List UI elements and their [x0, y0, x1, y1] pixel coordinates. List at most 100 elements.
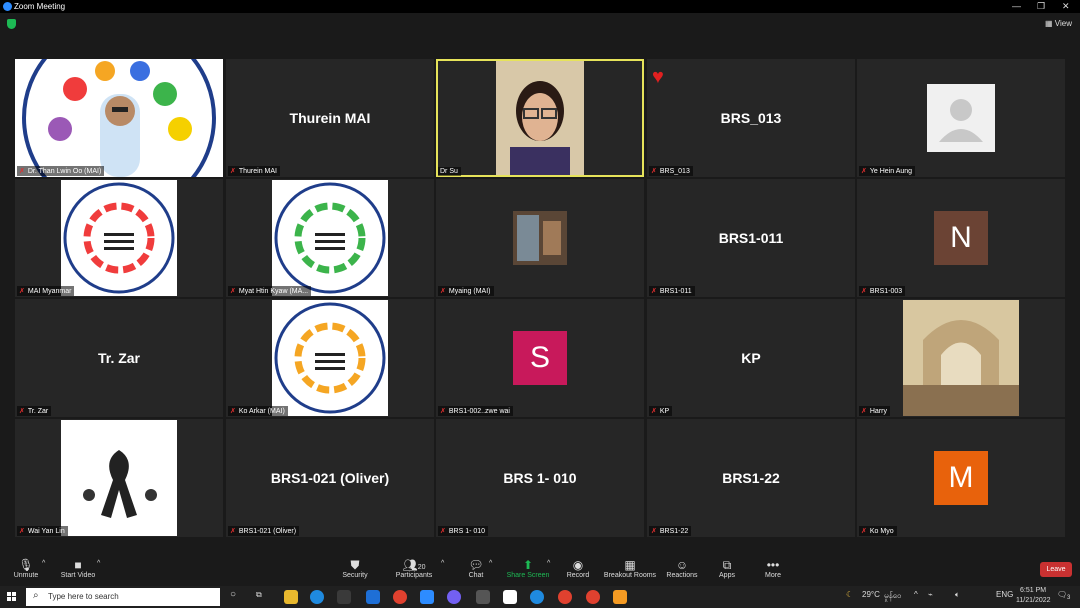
notifications-icon[interactable]: 🗨︎	[1057, 590, 1067, 599]
edge-icon[interactable]	[530, 590, 544, 604]
muted-mic-icon: ✗	[651, 528, 657, 535]
video-tile[interactable]: M ✗ Ko Myo	[857, 419, 1065, 537]
muted-mic-icon: ✗	[19, 168, 25, 175]
video-tile[interactable]: S ✗ BRS1-002..zwe wai	[436, 299, 644, 417]
muted-mic-icon: ✗	[651, 408, 657, 415]
app-icon[interactable]	[613, 590, 627, 604]
video-tile[interactable]: Tr. Zar ✗ Tr. Zar	[15, 299, 223, 417]
restore-icon[interactable]: ❐	[1037, 1, 1045, 12]
video-tile-active-speaker[interactable]: Dr Su	[436, 59, 644, 177]
participant-name-label: ✗ BRS1-22	[649, 526, 692, 536]
taskbar-search-box[interactable]: ⌕ Type here to search	[26, 588, 220, 606]
participant-name-label: ✗ Myat Htin Kyaw (MA...	[228, 286, 312, 296]
participant-profile-picture	[61, 420, 177, 536]
task-view-icon[interactable]: ⧉	[256, 590, 262, 600]
participant-display-name: BRS1-011	[718, 230, 784, 246]
store-icon[interactable]	[337, 590, 351, 604]
participant-name-label: ✗ KP	[649, 406, 673, 416]
muted-mic-icon: ✗	[861, 288, 867, 295]
cortana-icon[interactable]: ○	[230, 589, 236, 600]
participant-video	[496, 61, 584, 175]
network-icon[interactable]: ⌁	[928, 590, 933, 599]
muted-mic-icon: ✗	[230, 168, 236, 175]
shield-icon: ⛊	[350, 558, 360, 572]
muted-mic-icon: ✗	[861, 168, 867, 175]
video-options-caret-icon[interactable]: ^	[97, 560, 100, 567]
close-icon[interactable]: ✕	[1062, 1, 1070, 12]
audio-options-caret-icon[interactable]: ^	[42, 560, 45, 567]
initial-avatar: N	[934, 211, 988, 265]
weather-moon-icon: ☾	[846, 590, 854, 599]
participant-display-name: Tr. Zar	[97, 350, 141, 366]
record-button[interactable]: ◉ Record	[548, 558, 608, 579]
heart-reaction-icon: ♥	[652, 66, 664, 88]
participant-display-name: BRS 1- 010	[503, 470, 577, 486]
initial-avatar: S	[513, 331, 567, 385]
windows-start-icon[interactable]	[7, 592, 17, 602]
chrome-icon[interactable]	[393, 590, 407, 604]
muted-mic-icon: ✗	[19, 528, 25, 535]
participant-name-label: ✗ BRS 1- 010	[438, 526, 489, 536]
minimize-icon[interactable]: —	[1012, 1, 1021, 11]
mai-logo-picture	[272, 300, 388, 416]
window-titlebar: Zoom Meeting — ❐ ✕	[0, 0, 1080, 13]
weather-temperature[interactable]: 29°C	[862, 590, 880, 599]
participants-count: 20	[417, 564, 426, 571]
participant-name-label: ✗ BRS1-011	[649, 286, 695, 296]
participants-button[interactable]: 👥︎20 Participants	[384, 558, 444, 579]
video-tile[interactable]: BRS 1- 010 ✗ BRS 1- 010	[436, 419, 644, 537]
muted-mic-icon: ✗	[651, 168, 657, 175]
participant-display-name: Thurein MAI	[289, 110, 371, 126]
video-tile[interactable]: ✗ Myat Htin Kyaw (MA...	[226, 179, 434, 297]
app-icon[interactable]	[503, 590, 517, 604]
keyboard-language[interactable]: ENG	[996, 590, 1013, 599]
video-tile[interactable]: ✗ Myaing (MAI)	[436, 179, 644, 297]
muted-mic-icon: ✗	[440, 408, 446, 415]
participant-display-name: BRS1-021 (Oliver)	[270, 470, 390, 486]
viber-icon[interactable]	[447, 590, 461, 604]
video-tile[interactable]: ✗ Ye Hein Aung	[857, 59, 1065, 177]
muted-mic-icon: ✗	[440, 528, 446, 535]
view-button[interactable]: ▦ View	[1045, 19, 1072, 28]
participant-name-label: ✗ Harry	[859, 406, 890, 416]
edge-icon[interactable]	[310, 590, 324, 604]
chrome-icon[interactable]	[586, 590, 600, 604]
breakout-rooms-button[interactable]: ▦ Breakout Rooms	[600, 558, 660, 579]
video-tile[interactable]: KP ✗ KP	[647, 299, 855, 417]
chat-button[interactable]: 💬︎ Chat	[446, 558, 506, 579]
video-tile[interactable]: ✗ Ko Arkar (MAI)	[226, 299, 434, 417]
video-tile[interactable]: ✗ Wai Yan Lin	[15, 419, 223, 537]
muted-mic-icon: ✗	[651, 288, 657, 295]
participants-caret-icon[interactable]: ^	[441, 560, 444, 567]
video-tile[interactable]: BRS_013 ✗ BRS_013	[647, 59, 855, 177]
chat-caret-icon[interactable]: ^	[489, 560, 492, 567]
participant-name-label: ✗ BRS1-003	[859, 286, 906, 296]
mai-logo-picture	[272, 180, 388, 296]
more-button[interactable]: ••• More	[743, 558, 803, 579]
video-tile[interactable]: ✗ Dr. Than Lwin Oo (MAI)	[15, 59, 223, 177]
weather-condition: မှုန်ဝေ	[884, 591, 902, 600]
volume-icon[interactable]: 🔈︎	[955, 590, 960, 600]
chrome-icon[interactable]	[558, 590, 572, 604]
clock-time[interactable]: 6:51 PM	[1020, 587, 1046, 594]
encryption-shield-icon[interactable]	[7, 19, 16, 29]
participant-name-label: ✗ Tr. Zar	[17, 406, 52, 416]
video-tile[interactable]: BRS1-011 ✗ BRS1-011	[647, 179, 855, 297]
participant-display-name: BRS1-22	[722, 470, 780, 486]
app-icon[interactable]	[476, 590, 490, 604]
mail-icon[interactable]	[366, 590, 380, 604]
participant-name-label: Dr Su	[438, 167, 461, 176]
file-explorer-icon[interactable]	[284, 590, 298, 604]
video-tile[interactable]: ✗ Harry	[857, 299, 1065, 417]
participant-video-frame	[496, 61, 584, 175]
tray-overflow-icon[interactable]: ^	[914, 590, 918, 599]
leave-button[interactable]: Leave	[1040, 562, 1072, 577]
video-tile[interactable]: BRS1-22 ✗ BRS1-22	[647, 419, 855, 537]
clock-date[interactable]: 11/21/2022	[1016, 597, 1051, 604]
zoom-taskbar-icon[interactable]	[420, 590, 434, 604]
video-tile[interactable]: ✗ MAI Myanmar	[15, 179, 223, 297]
video-tile[interactable]: BRS1-021 (Oliver) ✗ BRS1-021 (Oliver)	[226, 419, 434, 537]
video-tile[interactable]: N ✗ BRS1-003	[857, 179, 1065, 297]
security-button[interactable]: ⛊ Security	[325, 558, 385, 579]
video-tile[interactable]: Thurein MAI ✗ Thurein MAI	[226, 59, 434, 177]
